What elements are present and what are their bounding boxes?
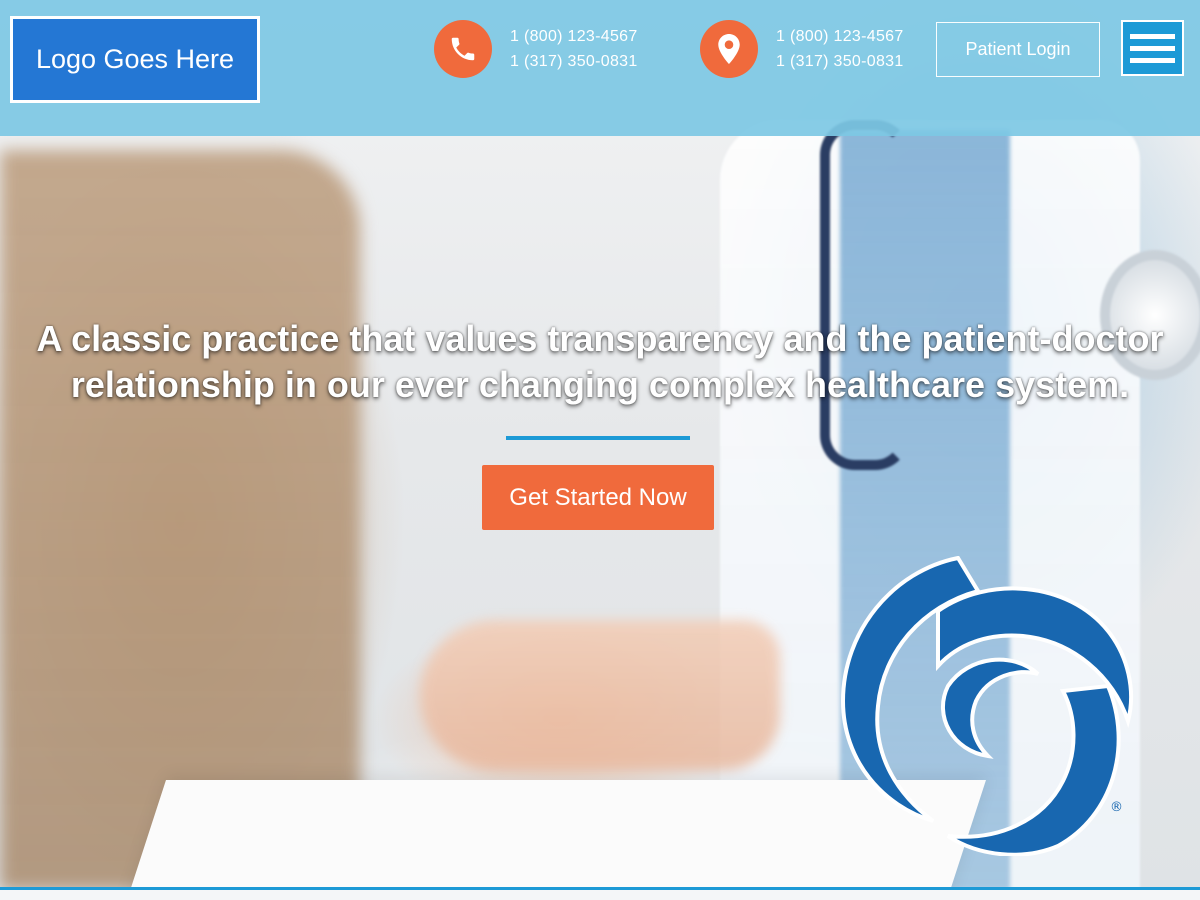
phone-line-1: 1 (800) 123-4567 [510, 28, 638, 45]
stethoscope-tube [820, 120, 910, 470]
top-header-bar: Logo Goes Here 1 (800) 123-4567 1 (317) … [0, 0, 1200, 136]
location-line-2: 1 (317) 350-0831 [776, 53, 904, 70]
logo-text: Logo Goes Here [35, 44, 235, 74]
hamburger-menu-icon[interactable] [1121, 20, 1184, 76]
location-pin-icon [700, 20, 758, 78]
hero-headline-line-2: relationship in our ever changing comple… [70, 364, 1130, 405]
patient-hand [420, 620, 780, 770]
patient-sleeve [0, 150, 360, 890]
phone-line-2: 1 (317) 350-0831 [510, 53, 638, 70]
patient-login-button[interactable]: Patient Login [936, 22, 1100, 77]
location-contact[interactable]: 1 (800) 123-4567 1 (317) 350-0831 [700, 20, 904, 78]
phone-icon [434, 20, 492, 78]
hero-headline: A classic practice that values transpare… [20, 316, 1180, 408]
registered-mark: ® [1110, 800, 1123, 815]
menu-bar [1130, 45, 1175, 51]
get-started-button[interactable]: Get Started Now [482, 465, 714, 530]
menu-bar [1130, 57, 1175, 63]
hero-headline-line-1: A classic practice that values transpare… [36, 318, 1164, 359]
phone-contact[interactable]: 1 (800) 123-4567 1 (317) 350-0831 [434, 20, 638, 78]
location-line-1: 1 (800) 123-4567 [776, 28, 904, 45]
site-logo[interactable]: Logo Goes Here [10, 16, 260, 103]
swirl-emblem-icon: ® [840, 556, 1133, 856]
bottom-strip [0, 890, 1200, 900]
headline-divider [506, 436, 690, 440]
menu-bar [1130, 33, 1175, 39]
